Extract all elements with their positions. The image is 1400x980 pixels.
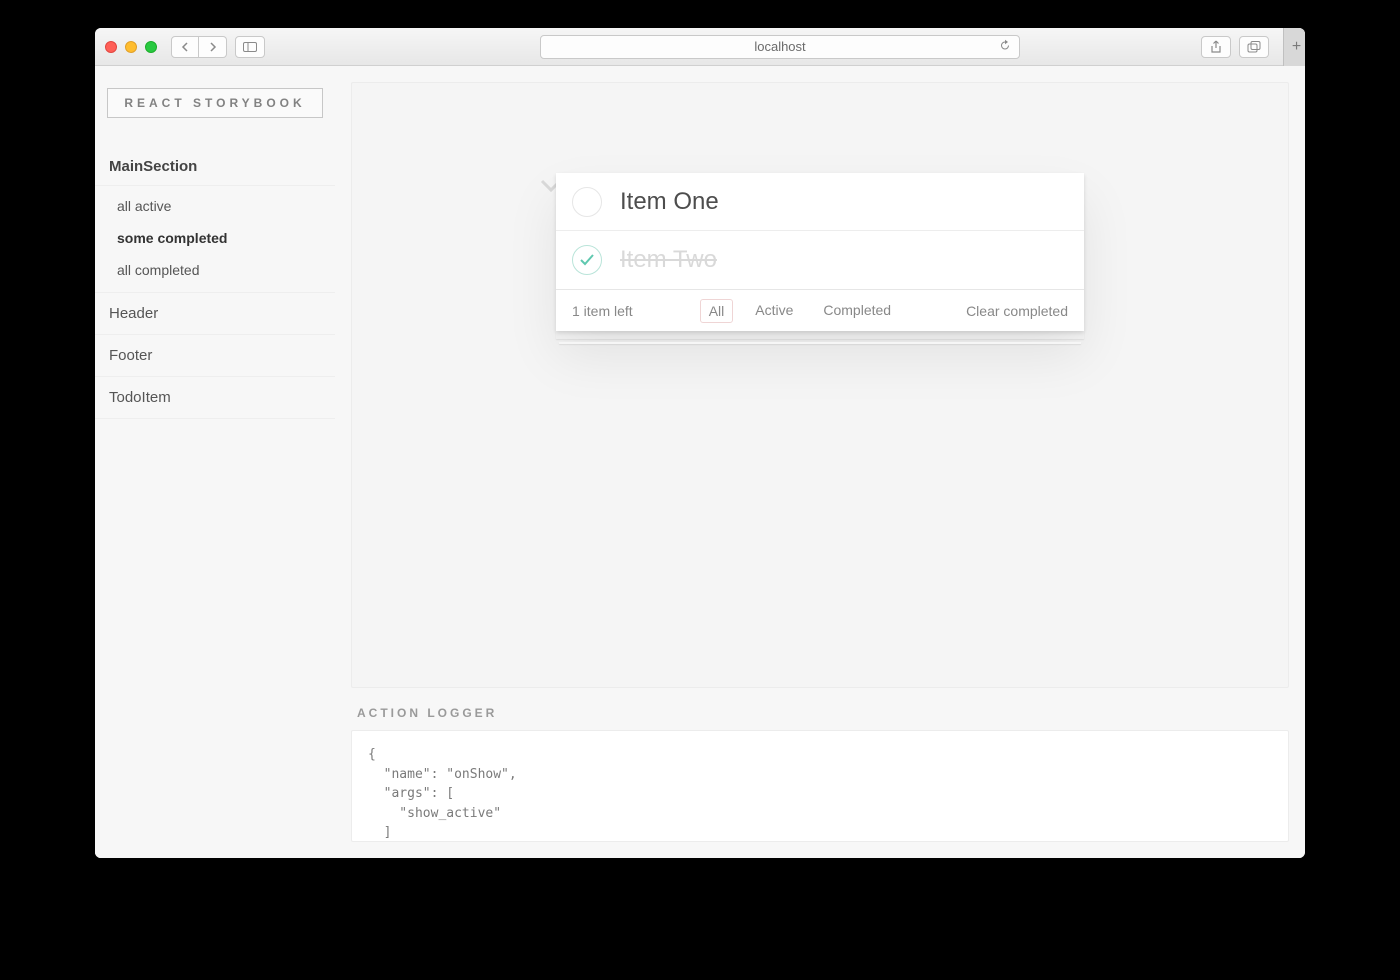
sidebar-section-footer[interactable]: Footer <box>95 335 335 377</box>
todo-filters: All Active Completed <box>700 299 899 323</box>
plus-icon: + <box>1292 38 1301 56</box>
url-text: localhost <box>754 39 805 54</box>
zoom-window-button[interactable] <box>145 41 157 53</box>
safari-window: localhost + REACT STORYBOOK MainSection … <box>95 28 1305 858</box>
check-icon <box>579 253 595 267</box>
sidebar-section-mainsection[interactable]: MainSection <box>95 148 335 186</box>
new-tab-button[interactable]: + <box>1283 28 1305 66</box>
address-bar[interactable]: localhost <box>540 35 1020 59</box>
todo-footer: 1 item left All Active Completed Clear c… <box>556 289 1084 331</box>
story-some-completed[interactable]: some completed <box>95 222 335 254</box>
storybook-main: Item One Item Two 1 item left All <box>335 66 1305 858</box>
storybook-title[interactable]: REACT STORYBOOK <box>107 88 323 118</box>
todo-toggle[interactable] <box>572 245 602 275</box>
mainsection-stories: all active some completed all completed <box>95 186 335 293</box>
share-icon <box>1210 40 1222 54</box>
todo-list: Item One Item Two <box>556 173 1084 289</box>
reload-button[interactable] <box>999 39 1011 55</box>
story-all-active[interactable]: all active <box>95 190 335 222</box>
todo-item[interactable]: Item Two <box>556 231 1084 289</box>
sidebar-icon <box>243 42 257 52</box>
titlebar: localhost + <box>95 28 1305 66</box>
todo-item-label: Item One <box>620 188 719 216</box>
content-area: REACT STORYBOOK MainSection all active s… <box>95 66 1305 858</box>
action-logger[interactable]: { "name": "onShow", "args": [ "show_acti… <box>351 730 1289 842</box>
close-window-button[interactable] <box>105 41 117 53</box>
share-button[interactable] <box>1201 36 1231 58</box>
todo-item-label: Item Two <box>620 246 717 274</box>
back-button[interactable] <box>171 36 199 58</box>
todo-toggle[interactable] <box>572 187 602 217</box>
clear-completed-button[interactable]: Clear completed <box>966 303 1068 319</box>
toolbar-right: + <box>1201 28 1299 66</box>
filter-active[interactable]: Active <box>747 299 801 323</box>
todo-app: Item One Item Two 1 item left All <box>556 173 1084 331</box>
sidebar-toggle-button[interactable] <box>235 36 265 58</box>
preview-panel: Item One Item Two 1 item left All <box>351 82 1289 688</box>
storybook-sidebar: REACT STORYBOOK MainSection all active s… <box>95 66 335 858</box>
tabs-button[interactable] <box>1239 36 1269 58</box>
filter-all[interactable]: All <box>700 299 734 323</box>
reload-icon <box>999 39 1011 52</box>
action-logger-title: ACTION LOGGER <box>351 688 1289 730</box>
chevron-left-icon <box>181 42 189 52</box>
filter-completed[interactable]: Completed <box>815 299 899 323</box>
tabs-icon <box>1247 41 1261 53</box>
minimize-window-button[interactable] <box>125 41 137 53</box>
nav-buttons <box>171 36 227 58</box>
sidebar-section-header[interactable]: Header <box>95 293 335 335</box>
todo-item[interactable]: Item One <box>556 173 1084 231</box>
traffic-lights <box>105 41 157 53</box>
forward-button[interactable] <box>199 36 227 58</box>
todo-count: 1 item left <box>572 303 633 319</box>
chevron-right-icon <box>209 42 217 52</box>
story-all-completed[interactable]: all completed <box>95 254 335 286</box>
sidebar-section-todoitem[interactable]: TodoItem <box>95 377 335 419</box>
